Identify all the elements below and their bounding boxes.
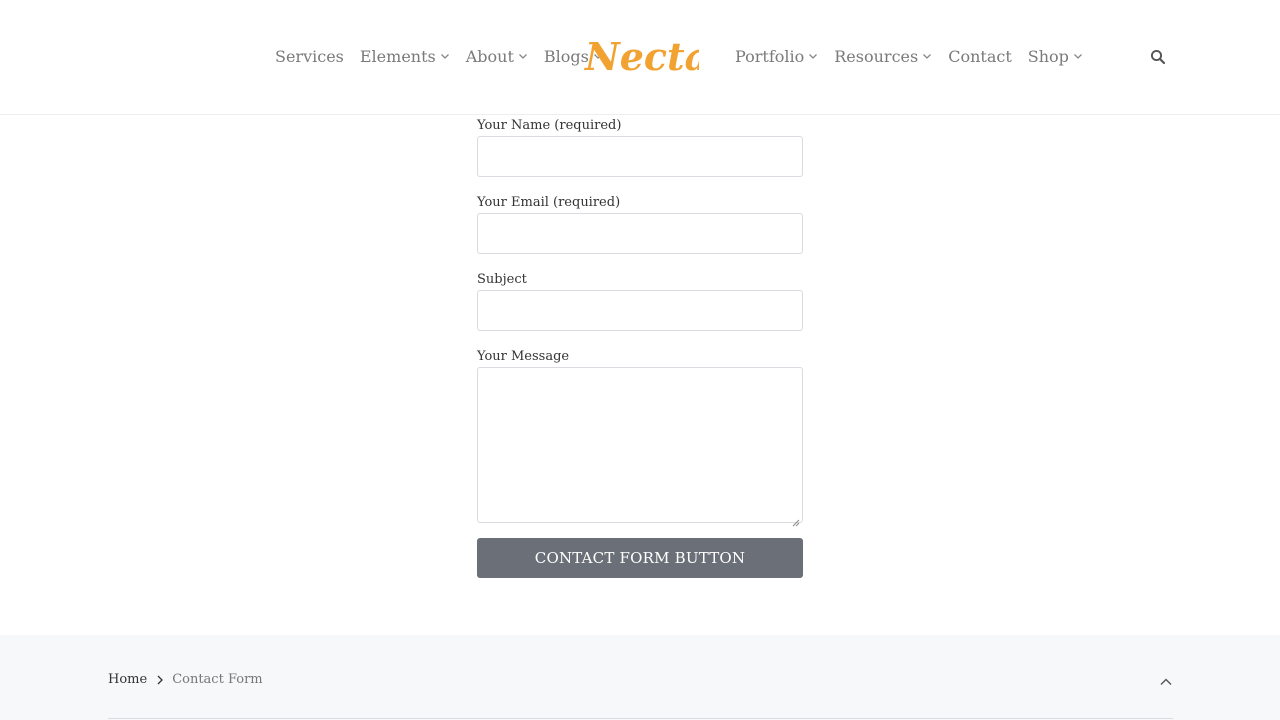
chevron-down-icon: [518, 51, 528, 61]
site-header: Services Elements About Blogs Nectar: [0, 0, 1280, 115]
email-label: Your Email (required): [477, 195, 621, 210]
chevron-right-icon: [156, 674, 164, 685]
nav-label: Resources: [834, 46, 919, 66]
breadcrumb-bar: Home Contact Form: [0, 635, 1280, 720]
nav-item-elements[interactable]: Elements: [360, 47, 450, 66]
chevron-down-icon: [440, 51, 450, 61]
subject-field[interactable]: [477, 290, 803, 331]
resize-grip-icon[interactable]: [792, 512, 800, 527]
email-field[interactable]: [477, 213, 803, 254]
nectar-logo[interactable]: Nectar: [583, 34, 732, 80]
nav-label: Shop: [1027, 46, 1069, 66]
nav-item-shop[interactable]: Shop: [1028, 47, 1083, 66]
primary-nav-right: Portfolio Resources Contact Shop: [735, 44, 1099, 68]
back-to-top-icon[interactable]: [1159, 672, 1173, 685]
logo-text: Nectar: [584, 34, 699, 79]
breadcrumb-current: Contact Form: [172, 671, 263, 687]
nav-item-about[interactable]: About: [466, 47, 528, 66]
chevron-down-icon: [1073, 51, 1083, 61]
name-field[interactable]: [477, 136, 803, 177]
chevron-down-icon: [922, 51, 932, 61]
nav-item-contact[interactable]: Contact: [948, 47, 1012, 66]
message-field[interactable]: [477, 367, 803, 527]
nav-label: Contact: [948, 46, 1012, 66]
nav-item-resources[interactable]: Resources: [834, 47, 932, 66]
breadcrumb: Home Contact Form: [108, 669, 263, 689]
footer-divider: [108, 718, 1173, 719]
message-label: Your Message: [477, 349, 570, 364]
nav-label: Portfolio: [735, 46, 805, 66]
chevron-down-icon: [808, 51, 818, 61]
nav-item-portfolio[interactable]: Portfolio: [735, 47, 818, 66]
search-icon[interactable]: [1150, 49, 1166, 65]
nav-label: About: [465, 46, 514, 66]
breadcrumb-home-link[interactable]: Home: [108, 672, 147, 687]
nav-label: Services: [275, 46, 344, 66]
subject-label: Subject: [477, 272, 527, 287]
primary-nav-left: Services Elements About Blogs: [275, 44, 619, 68]
contact-form: Your Name (required) Your Email (require…: [477, 116, 803, 578]
nav-label: Elements: [359, 46, 436, 66]
contact-form-submit-button[interactable]: CONTACT FORM BUTTON: [477, 538, 803, 578]
name-label: Your Name (required): [477, 118, 622, 133]
nav-item-services[interactable]: Services: [275, 47, 344, 66]
